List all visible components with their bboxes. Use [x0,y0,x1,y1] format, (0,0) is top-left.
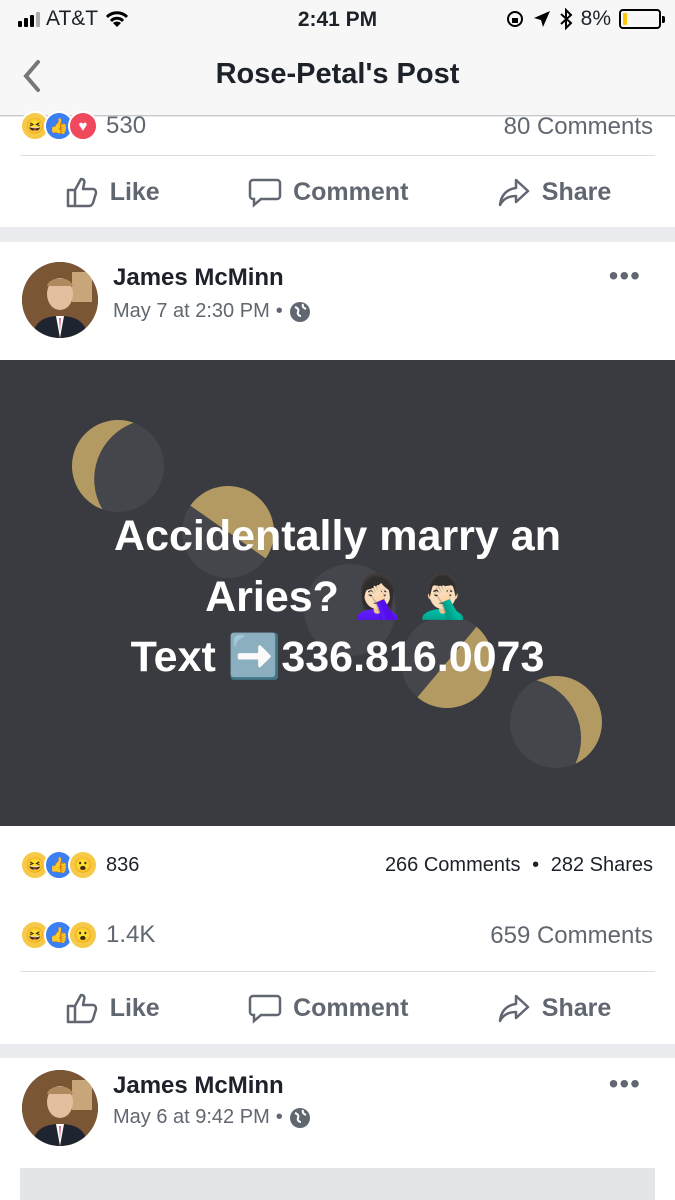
like-label: Like [109,993,160,1022]
wow-reaction-icon: 😮 [68,920,98,950]
image-text-line2: Aries? 🤦🏻‍♀️ 🤦🏻‍♂️ [205,573,470,621]
like-icon [66,177,97,208]
share-icon [498,178,530,207]
image-reactions[interactable]: 😆 👍 😮 836 [20,850,139,880]
image-text-prefix: Text [130,633,228,681]
post-card: James McMinn May 7 at 2:30 PM • ••• Acci… [0,242,675,1044]
comment-icon [248,178,282,208]
post-card: James McMinn May 6 at 9:42 PM • ••• [0,1058,675,1200]
reaction-count: 836 [106,853,140,876]
prev-reactions[interactable]: 😆 👍 ♥ 530 [20,111,146,141]
phone-number: 336.816.0073 [281,633,545,681]
meta-separator: • [275,300,283,322]
image-text-line3: Text ➡️336.816.0073 [0,632,675,682]
like-label: Like [109,177,160,206]
comment-icon [248,994,282,1024]
post-meta: May 6 at 9:42 PM • [113,1106,311,1129]
post-header: James McMinn May 6 at 9:42 PM • ••• [0,1058,675,1158]
author-name[interactable]: James McMinn [113,1072,284,1100]
globe-icon [289,1107,310,1128]
image-comments-shares[interactable]: 266 Comments • 282 Shares [385,854,653,877]
stats-separator: • [532,854,540,876]
post-image[interactable]: Accidentally marry an Aries? 🤦🏻‍♀️ 🤦🏻‍♂️… [0,360,675,826]
like-button[interactable]: Like [64,990,160,1026]
image-stats: 😆 👍 😮 836 266 Comments • 282 Shares [0,846,675,886]
prev-post-stats: 😆 👍 ♥ 530 80 Comments [0,107,675,147]
share-button[interactable]: Share [496,174,611,210]
lock-rotation-icon [506,11,523,27]
share-icon [498,994,530,1023]
comment-label: Comment [293,177,409,206]
divider [20,155,655,156]
reaction-count: 1.4K [106,921,156,948]
comment-button[interactable]: Comment [247,990,408,1026]
post-date[interactable]: May 6 at 9:42 PM [113,1106,270,1129]
more-icon[interactable]: ••• [609,260,641,292]
globe-icon [289,301,310,322]
status-bar: AT&T 2:41 PM 8% [0,0,675,40]
comments-count: 266 Comments [384,854,521,876]
post-stats: 😆 👍 😮 1.4K 659 Comments [0,918,675,958]
prev-post-footer: 😆 👍 ♥ 530 80 Comments Like Comment Share [0,111,675,227]
comments-count[interactable]: 659 Comments [490,922,653,950]
page-title: Rose-Petal's Post [215,58,460,90]
avatar[interactable] [22,1070,98,1146]
author-name[interactable]: James McMinn [113,264,284,292]
comment-label: Comment [293,993,409,1022]
bluetooth-icon [559,8,573,30]
nav-bar: Rose-Petal's Post [0,40,675,116]
post-meta: May 7 at 2:30 PM • [113,300,311,323]
battery-icon [619,9,665,29]
action-bar: Like Comment Share [0,973,675,1043]
like-button[interactable]: Like [64,174,160,210]
wow-reaction-icon: 😮 [68,850,98,880]
love-reaction-icon: ♥ [68,111,98,141]
share-label: Share [541,177,612,206]
location-icon [533,11,550,27]
post-image-partial[interactable] [20,1168,655,1200]
share-label: Share [541,993,612,1022]
avatar[interactable] [22,262,98,338]
comments-count[interactable]: 80 Comments [504,113,653,141]
reaction-count: 530 [106,112,147,139]
image-text-line1: Accidentally marry an [114,512,561,560]
post-header: James McMinn May 7 at 2:30 PM • ••• [0,242,675,342]
more-icon[interactable]: ••• [609,1068,641,1100]
divider [20,971,655,972]
post-date[interactable]: May 7 at 2:30 PM [113,300,270,323]
shares-count: 282 Shares [550,854,653,876]
arrow-icon: ➡️ [227,633,282,681]
meta-separator: • [275,1106,283,1128]
post-reactions[interactable]: 😆 👍 😮 1.4K [20,920,155,950]
share-button[interactable]: Share [496,990,611,1026]
comment-button[interactable]: Comment [247,174,408,210]
battery-percent: 8% [580,7,611,30]
like-icon [66,993,97,1024]
action-bar: Like Comment Share [0,157,675,227]
